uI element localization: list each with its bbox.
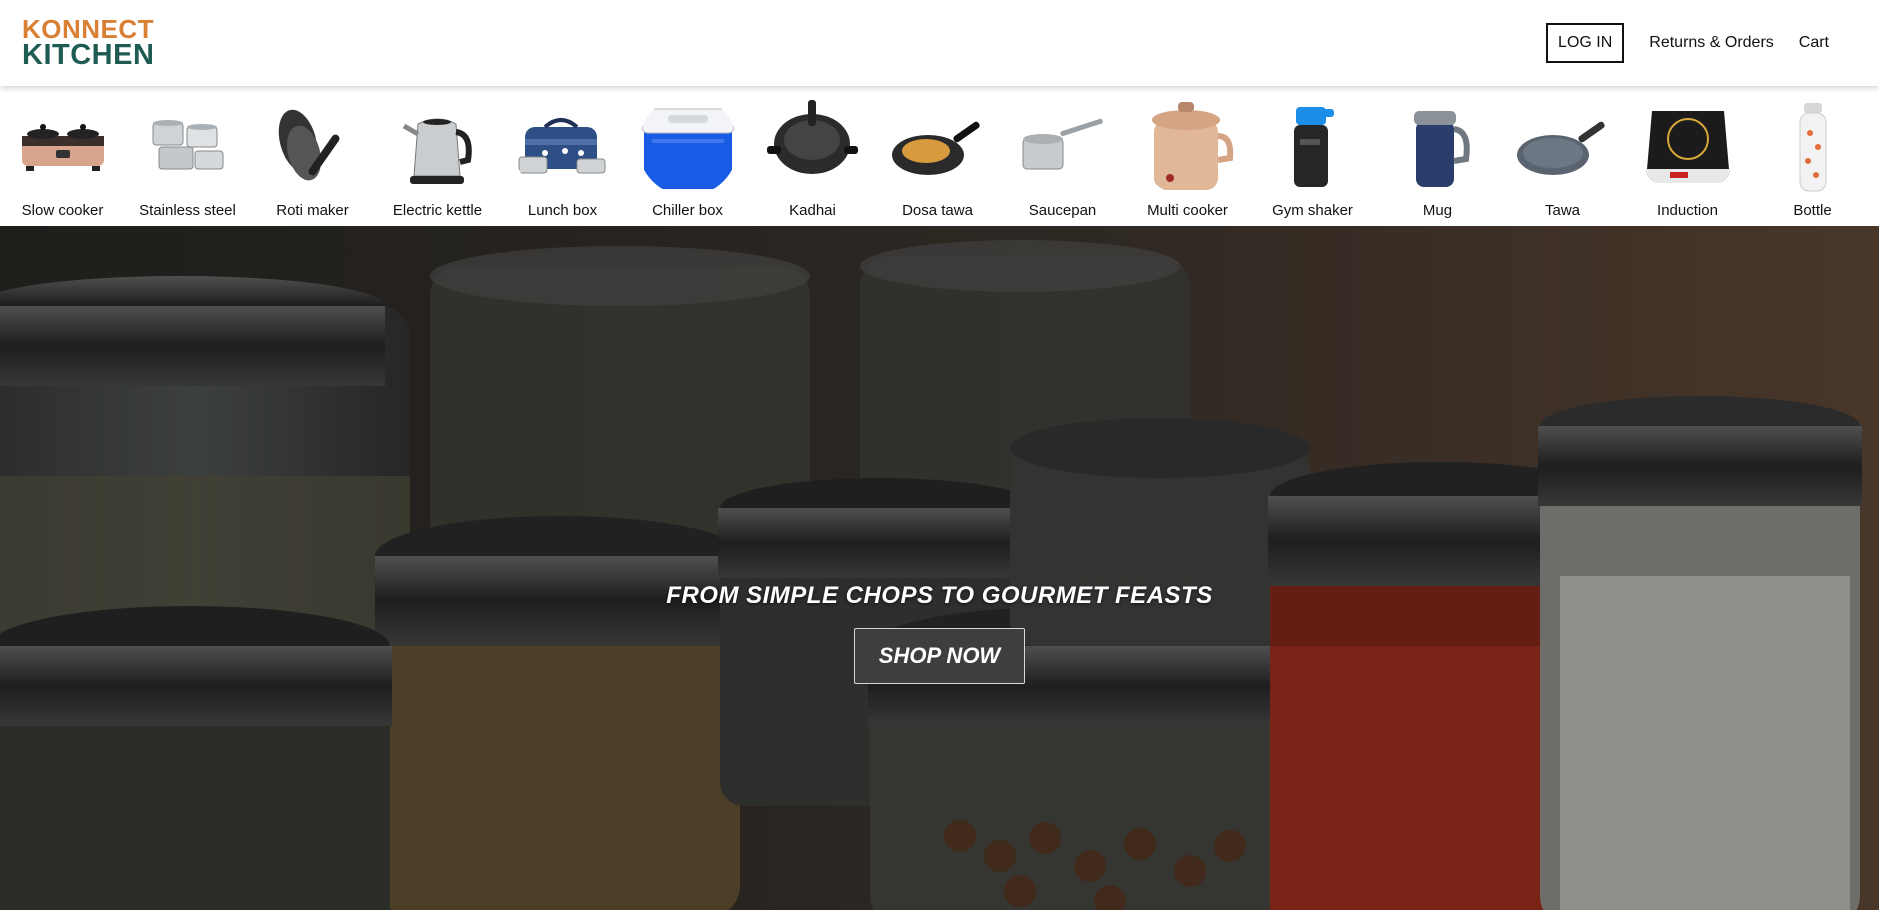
cart-link[interactable]: Cart bbox=[1799, 34, 1829, 52]
returns-orders-link[interactable]: Returns & Orders bbox=[1649, 34, 1773, 52]
category-label: Dosa tawa bbox=[902, 202, 973, 219]
category-label: Gym shaker bbox=[1272, 202, 1353, 219]
category-label: Roti maker bbox=[276, 202, 349, 219]
cooler-icon bbox=[637, 96, 738, 196]
category-label: Slow cooker bbox=[21, 202, 104, 219]
hero-tagline: FROM SIMPLE CHOPS TO GOURMET FEASTS bbox=[666, 582, 1213, 609]
site-header: KONNECT KITCHEN LOG IN Returns & Orders … bbox=[0, 0, 1879, 86]
category-mug[interactable]: Mug bbox=[1375, 86, 1500, 226]
top-nav: LOG IN Returns & Orders Cart bbox=[1546, 23, 1829, 63]
category-stainless-steel[interactable]: Stainless steel bbox=[125, 86, 250, 226]
category-bottle[interactable]: Bottle bbox=[1750, 86, 1875, 226]
hero-content: FROM SIMPLE CHOPS TO GOURMET FEASTS SHOP… bbox=[0, 582, 1879, 684]
category-label: Tawa bbox=[1544, 202, 1581, 219]
brand-logo[interactable]: KONNECT KITCHEN bbox=[22, 13, 162, 71]
category-gym-shaker[interactable]: Gym shaker bbox=[1250, 86, 1375, 226]
category-electric-kettle[interactable]: Electric kettle bbox=[375, 86, 500, 226]
logo-line-1: KONNECT bbox=[22, 13, 155, 44]
category-label: Mug bbox=[1422, 202, 1453, 219]
mug-icon bbox=[1387, 96, 1488, 196]
category-label: Multi cooker bbox=[1147, 202, 1228, 219]
category-chiller-box[interactable]: Chiller box bbox=[625, 86, 750, 226]
category-tawa[interactable]: Tawa bbox=[1500, 86, 1625, 226]
category-roti-maker[interactable]: Roti maker bbox=[250, 86, 375, 226]
category-kadhai[interactable]: Kadhai bbox=[750, 86, 875, 226]
login-button[interactable]: LOG IN bbox=[1546, 23, 1625, 63]
saucepan-icon bbox=[1012, 96, 1113, 196]
category-dosa-tawa[interactable]: Dosa tawa bbox=[875, 86, 1000, 226]
category-label: Stainless steel bbox=[139, 202, 236, 219]
kadhai-icon bbox=[762, 96, 863, 196]
category-label: Electric kettle bbox=[392, 202, 483, 219]
roti-maker-icon bbox=[262, 96, 363, 196]
shaker-icon bbox=[1262, 96, 1363, 196]
category-lunch-box[interactable]: Lunch box bbox=[500, 86, 625, 226]
category-slow-cooker[interactable]: Slow cooker bbox=[0, 86, 125, 226]
cookware-set-icon bbox=[137, 96, 238, 196]
category-strip: Slow cooker Stainless steel Roti maker E… bbox=[0, 86, 1879, 226]
category-label: Saucepan bbox=[1028, 202, 1097, 219]
hero-banner: FROM SIMPLE CHOPS TO GOURMET FEASTS SHOP… bbox=[0, 226, 1879, 910]
category-label: Bottle bbox=[1793, 202, 1832, 219]
category-induction[interactable]: Induction bbox=[1625, 86, 1750, 226]
bottle-icon bbox=[1762, 96, 1863, 196]
induction-icon bbox=[1637, 96, 1738, 196]
kettle-icon bbox=[387, 96, 488, 196]
category-label: Lunch box bbox=[527, 202, 598, 219]
hero-background-image bbox=[0, 226, 1879, 910]
logo-line-2: KITCHEN bbox=[22, 38, 155, 71]
dosa-tawa-icon bbox=[887, 96, 988, 196]
lunch-box-icon bbox=[512, 96, 613, 196]
category-saucepan[interactable]: Saucepan bbox=[1000, 86, 1125, 226]
category-multi-cooker[interactable]: Multi cooker bbox=[1125, 86, 1250, 226]
category-label: Kadhai bbox=[789, 202, 836, 219]
multi-cooker-icon bbox=[1137, 96, 1238, 196]
category-label: Chiller box bbox=[652, 202, 723, 219]
category-label: Induction bbox=[1657, 202, 1718, 219]
shop-now-button[interactable]: SHOP NOW bbox=[853, 628, 1026, 684]
slow-cooker-icon bbox=[12, 96, 113, 196]
tawa-icon bbox=[1512, 96, 1613, 196]
